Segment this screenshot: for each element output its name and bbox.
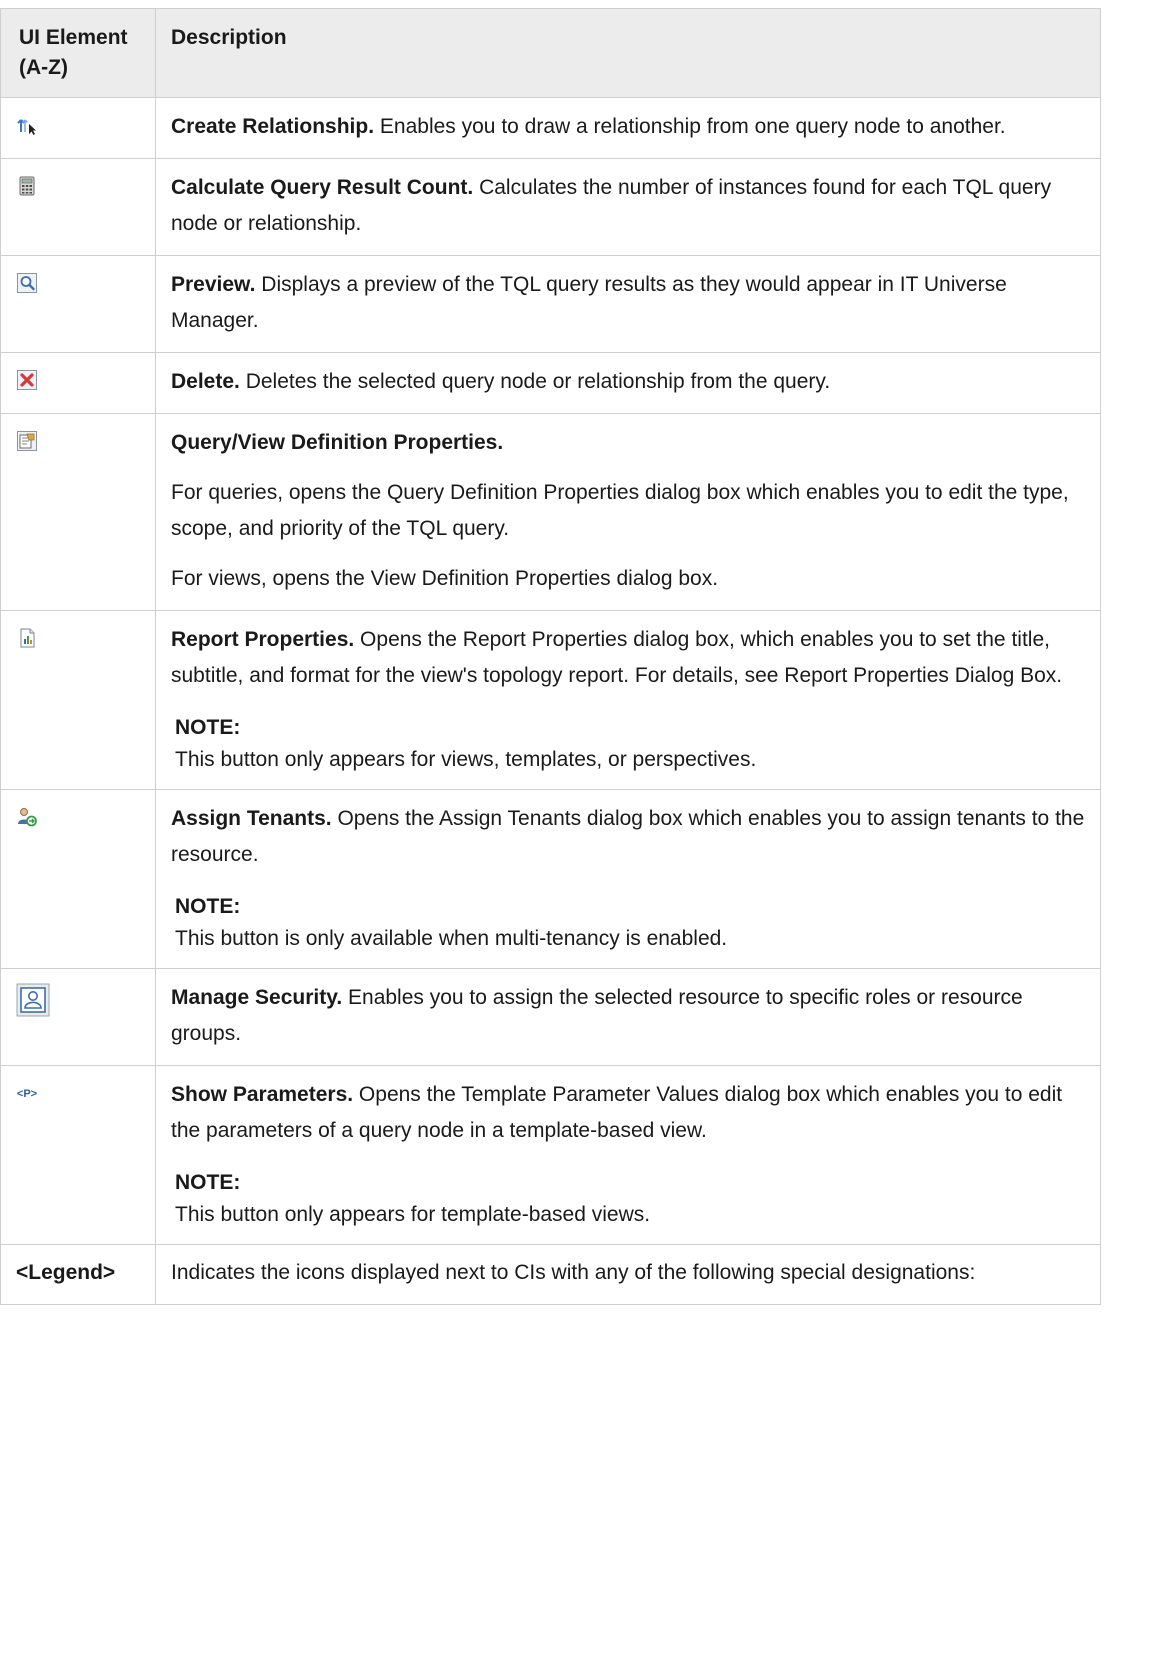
header-description: Description [155, 8, 1101, 98]
element-label: Calculate Query Result Count. [171, 176, 474, 199]
element-description-views: For views, opens the View Definition Pro… [171, 567, 719, 590]
element-label: Delete. [171, 370, 240, 393]
table-header-row: UI Element (A-Z) Description [0, 8, 1101, 98]
element-description: Displays a preview of the TQL query resu… [171, 273, 1007, 332]
ui-elements-table: UI Element (A-Z) Description Create Rela… [0, 8, 1101, 1305]
element-label: Preview. [171, 273, 256, 296]
table-row: Create Relationship. Enables you to draw… [0, 97, 1101, 159]
assign-tenants-icon [16, 806, 38, 828]
element-label: Show Parameters. [171, 1083, 354, 1106]
element-label: Create Relationship. [171, 115, 375, 138]
description-cell: Preview. Displays a preview of the TQL q… [155, 255, 1101, 353]
calculator-icon [16, 175, 38, 197]
delete-x-icon [16, 369, 38, 391]
table-row: Preview. Displays a preview of the TQL q… [0, 255, 1101, 353]
table-row: Delete. Deletes the selected query node … [0, 352, 1101, 414]
description-cell: Indicates the icons displayed next to CI… [155, 1244, 1101, 1305]
header-ui-element: UI Element (A-Z) [0, 8, 156, 98]
description-cell: Assign Tenants. Opens the Assign Tenants… [155, 789, 1101, 969]
description-cell: Query/View Definition Properties. For qu… [155, 413, 1101, 611]
element-cell [0, 610, 156, 790]
element-cell [0, 255, 156, 353]
element-label: Report Properties. [171, 628, 355, 651]
description-cell: Report Properties. Opens the Report Prop… [155, 610, 1101, 790]
create-relationship-icon [16, 114, 38, 136]
element-cell [0, 789, 156, 969]
element-cell [0, 352, 156, 414]
description-cell: Calculate Query Result Count. Calculates… [155, 158, 1101, 256]
table-row: <Legend> Indicates the icons displayed n… [0, 1244, 1101, 1305]
element-cell [0, 968, 156, 1066]
description-cell: Manage Security. Enables you to assign t… [155, 968, 1101, 1066]
table-row: <P> Show Parameters. Opens the Template … [0, 1065, 1101, 1245]
note-text: This button is only available when multi… [175, 927, 728, 950]
table-row: Calculate Query Result Count. Calculates… [0, 158, 1101, 256]
element-label: Query/View Definition Properties. [171, 431, 504, 454]
report-properties-icon [16, 627, 38, 649]
description-cell: Delete. Deletes the selected query node … [155, 352, 1101, 414]
element-cell: <P> [0, 1065, 156, 1245]
description-cell: Create Relationship. Enables you to draw… [155, 97, 1101, 159]
note-text: This button only appears for views, temp… [175, 748, 757, 771]
element-description: Indicates the icons displayed next to CI… [171, 1261, 976, 1284]
element-cell [0, 97, 156, 159]
note-block: NOTE: This button only appears for templ… [171, 1167, 1088, 1231]
manage-security-icon [16, 983, 50, 1017]
table-row: Manage Security. Enables you to assign t… [0, 968, 1101, 1066]
properties-icon [16, 430, 38, 452]
table-row: Query/View Definition Properties. For qu… [0, 413, 1101, 611]
description-cell: Show Parameters. Opens the Template Para… [155, 1065, 1101, 1245]
note-label: NOTE: [175, 895, 241, 918]
element-cell [0, 413, 156, 611]
note-text: This button only appears for template-ba… [175, 1203, 651, 1226]
table-row: Assign Tenants. Opens the Assign Tenants… [0, 789, 1101, 969]
element-description-queries: For queries, opens the Query Definition … [171, 481, 1069, 540]
element-description: Enables you to draw a relationship from … [374, 115, 1006, 138]
note-label: NOTE: [175, 1171, 241, 1194]
element-description: Deletes the selected query node or relat… [239, 370, 831, 393]
note-block: NOTE: This button is only available when… [171, 891, 1088, 955]
legend-element-label: <Legend> [16, 1261, 116, 1284]
note-block: NOTE: This button only appears for views… [171, 712, 1088, 776]
note-label: NOTE: [175, 716, 241, 739]
element-cell [0, 158, 156, 256]
show-parameters-icon-text: <P> [17, 1088, 37, 1100]
element-cell: <Legend> [0, 1244, 156, 1305]
element-label: Manage Security. [171, 986, 343, 1009]
element-label: Assign Tenants. [171, 807, 332, 830]
table-row: Report Properties. Opens the Report Prop… [0, 610, 1101, 790]
show-parameters-icon: <P> [16, 1082, 38, 1104]
preview-magnifier-icon [16, 272, 38, 294]
